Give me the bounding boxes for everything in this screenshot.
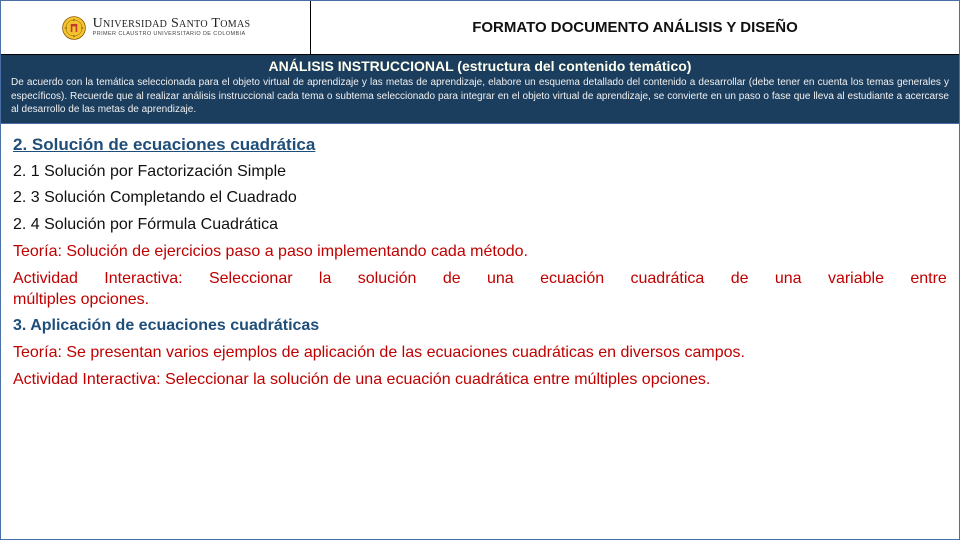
section-2-theory: Teoría: Solución de ejercicios paso a pa…: [13, 242, 947, 263]
university-text-block: Universidad Santo Tomas Primer claustro …: [93, 17, 251, 37]
content-body: 2. Solución de ecuaciones cuadrática 2. …: [1, 124, 959, 540]
band-description: De acuerdo con la temática seleccionada …: [11, 76, 949, 117]
w: la: [319, 269, 331, 290]
band-title: ANÁLISIS INSTRUCCIONAL (estructura del c…: [11, 58, 949, 74]
section-2-activity-line2: múltiples opciones.: [13, 290, 947, 311]
section-3-title: 3. Aplicación de ecuaciones cuadráticas: [13, 316, 947, 337]
w: entre: [910, 269, 946, 290]
w: cuadrática: [631, 269, 705, 290]
w: Actividad: [13, 269, 78, 290]
section-3-theory: Teoría: Se presentan varios ejemplos de …: [13, 343, 947, 364]
section-3-activity: Actividad Interactiva: Seleccionar la so…: [13, 370, 947, 391]
section-band: ANÁLISIS INSTRUCCIONAL (estructura del c…: [1, 55, 959, 124]
w: una: [487, 269, 514, 290]
section-2-item-2: 2. 3 Solución Completando el Cuadrado: [13, 188, 947, 209]
section-2-item-3: 2. 4 Solución por Fórmula Cuadrática: [13, 215, 947, 236]
section-2-activity: Actividad Interactiva: Seleccionar la so…: [13, 269, 947, 311]
w: solución: [358, 269, 417, 290]
university-name: Universidad Santo Tomas: [93, 17, 251, 32]
university-emblem-icon: [61, 15, 87, 41]
header-row: Universidad Santo Tomas Primer claustro …: [1, 1, 959, 55]
w: de: [443, 269, 461, 290]
header-logo-cell: Universidad Santo Tomas Primer claustro …: [1, 1, 311, 54]
document-page: Universidad Santo Tomas Primer claustro …: [0, 0, 960, 540]
w: una: [775, 269, 802, 290]
section-2-activity-line1: Actividad Interactiva: Seleccionar la so…: [13, 269, 947, 290]
w: variable: [828, 269, 884, 290]
w: ecuación: [540, 269, 604, 290]
university-subtitle: Primer claustro universitario de Colombi…: [93, 32, 251, 38]
w: Seleccionar: [209, 269, 293, 290]
w: de: [731, 269, 749, 290]
section-2-item-1: 2. 1 Solución por Factorización Simple: [13, 162, 947, 183]
w: Interactiva:: [104, 269, 182, 290]
document-title: FORMATO DOCUMENTO ANÁLISIS Y DISEÑO: [311, 1, 959, 54]
section-2-title: 2. Solución de ecuaciones cuadrática: [13, 134, 947, 156]
